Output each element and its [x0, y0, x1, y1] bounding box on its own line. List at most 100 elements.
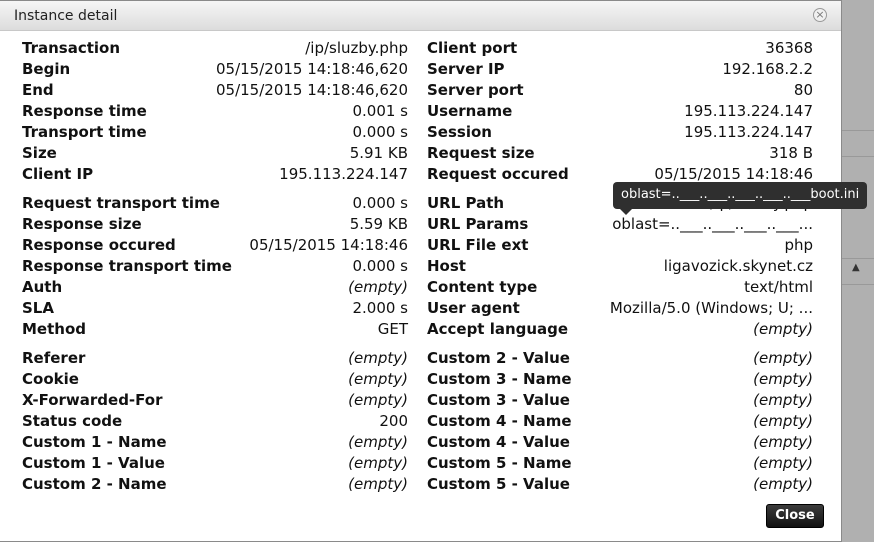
detail-value: (empty) [753, 475, 813, 493]
detail-value: (empty) [753, 412, 813, 430]
detail-label: Client port [427, 39, 518, 57]
detail-label: Host [427, 257, 466, 275]
detail-value: 195.113.224.147 [684, 102, 813, 120]
detail-label: Auth [22, 278, 63, 296]
detail-row-user-agent: User agent Mozilla/5.0 (Windows; U; ... [427, 299, 813, 320]
detail-value: 5.91 KB [349, 144, 408, 162]
dialog-titlebar: Instance detail × [0, 1, 841, 31]
detail-label: Request occured [427, 165, 569, 183]
detail-label: Custom 5 - Value [427, 475, 570, 493]
detail-value: 200 [379, 412, 408, 430]
detail-row-url-file-ext: URL File ext php [427, 236, 813, 257]
detail-label: Begin [22, 60, 71, 78]
detail-value: 0.000 s [352, 123, 408, 141]
detail-row-client-ip: Client IP 195.113.224.147 [22, 165, 408, 186]
detail-label: Response transport time [22, 257, 232, 275]
detail-value: 195.113.224.147 [279, 165, 408, 183]
left-detail-column: Transaction/ip/sluzby.php Begin 05/15/2015… [22, 39, 408, 496]
detail-value: 0.001 s [352, 102, 408, 120]
detail-label: Response size [22, 215, 142, 233]
detail-row-session: Session 195.113.224.147 [427, 123, 813, 144]
close-button[interactable]: Close [766, 504, 824, 528]
detail-value: 5.59 KB [349, 215, 408, 233]
detail-label: X-Forwarded-For [22, 391, 163, 409]
background-row-divider [842, 156, 874, 157]
detail-row-response-time: Response time 0.001 s [22, 102, 408, 123]
detail-row-custom-5-value: Custom 5 - Value (empty) [427, 475, 813, 496]
detail-value: (empty) [348, 433, 408, 451]
detail-label: Custom 2 - Value [427, 349, 570, 367]
detail-value: oblast=..___..___..___..___... [612, 215, 813, 233]
detail-label: Username [427, 102, 513, 120]
detail-value: 0.000 s [352, 194, 408, 212]
detail-label: Custom 1 - Value [22, 454, 165, 472]
detail-label: URL File ext [427, 236, 529, 254]
detail-row-content-type: Content type text/html [427, 278, 813, 299]
detail-value: /ip/sluzby.php [305, 39, 408, 57]
detail-row-auth: Auth (empty) [22, 278, 408, 299]
detail-label: Custom 1 - Name [22, 433, 167, 451]
detail-label: Method [22, 320, 86, 338]
detail-row-custom-1-name: Custom 1 - Name (empty) [22, 433, 408, 454]
detail-row-request-size: Request size 318 B [427, 144, 813, 165]
detail-value: GET [377, 320, 408, 338]
detail-row-request-transport-time: Request transport time 0.000 s [22, 194, 408, 215]
detail-value: (empty) [753, 349, 813, 367]
detail-row-size: Size 5.91 KB [22, 144, 408, 165]
background-row-divider [842, 284, 874, 285]
detail-label: Custom 4 - Value [427, 433, 570, 451]
background-row-divider [842, 258, 874, 259]
detail-value: 05/15/2015 14:18:46,620 [216, 60, 408, 78]
detail-row-end: End 05/15/2015 14:18:46,620 [22, 81, 408, 102]
detail-label: Custom 5 - Name [427, 454, 572, 472]
detail-row-custom-3-name: Custom 3 - Name (empty) [427, 370, 813, 391]
detail-row-server-ip: Server IP 192.168.2.2 [427, 60, 813, 81]
detail-row-username: Username 195.113.224.147 [427, 102, 813, 123]
detail-row-cookie: Cookie (empty) [22, 370, 408, 391]
detail-label: Request transport time [22, 194, 220, 212]
detail-row-accept-language: Accept language (empty) [427, 320, 813, 341]
detail-label: Custom 3 - Value [427, 391, 570, 409]
right-detail-column: Client port 36368 Server IP 192.168.2.2 Serv… [427, 39, 813, 496]
detail-value: (empty) [753, 391, 813, 409]
detail-label: Server IP [427, 60, 505, 78]
detail-label: Server port [427, 81, 524, 99]
close-circle-icon[interactable]: × [813, 8, 827, 22]
dialog-title: Instance detail [14, 8, 118, 24]
detail-row-custom-3-value: Custom 3 - Value (empty) [427, 391, 813, 412]
detail-row-server-port: Server port 80 [427, 81, 813, 102]
url-params-tooltip: oblast=..___..___..___..___..___boot.ini [613, 182, 868, 209]
detail-row-host: Host ligavozick.skynet.cz [427, 257, 813, 278]
detail-row-transaction: Transaction/ip/sluzby.php [22, 39, 408, 60]
detail-value: 192.168.2.2 [722, 60, 813, 78]
detail-label: Transaction [22, 39, 121, 57]
detail-label: Response time [22, 102, 147, 120]
detail-value: 80 [793, 81, 813, 99]
detail-label: Custom 2 - Name [22, 475, 167, 493]
detail-label: Custom 3 - Name [427, 370, 572, 388]
detail-label: Session [427, 123, 492, 141]
detail-label: Accept language [427, 320, 569, 338]
detail-label: URL Path [427, 194, 505, 212]
detail-value: 0.000 s [352, 257, 408, 275]
detail-row-custom-2-value: Custom 2 - Value (empty) [427, 349, 813, 370]
detail-row-x-forwarded-for: X-Forwarded-For (empty) [22, 391, 408, 412]
detail-row-begin: Begin 05/15/2015 14:18:46,620 [22, 60, 408, 81]
detail-value: ligavozick.skynet.cz [663, 257, 813, 275]
detail-label: Referer [22, 349, 86, 367]
background-row-divider [842, 130, 874, 131]
sort-icon[interactable]: ▲ [852, 262, 860, 273]
detail-value: (empty) [753, 454, 813, 472]
detail-value: (empty) [753, 370, 813, 388]
detail-row-status-code: Status code 200 [22, 412, 408, 433]
detail-value: (empty) [753, 320, 813, 338]
detail-row-client-port: Client port 36368 [427, 39, 813, 60]
detail-row-response-transport-time: Response transport time 0.000 s [22, 257, 408, 278]
detail-label: URL Params [427, 215, 529, 233]
detail-row-custom-2-name: Custom 2 - Name (empty) [22, 475, 408, 496]
detail-row-url-params: URL Params oblast=..___..___..___..___... [427, 215, 813, 236]
detail-value: 05/15/2015 14:18:46 [249, 236, 408, 254]
